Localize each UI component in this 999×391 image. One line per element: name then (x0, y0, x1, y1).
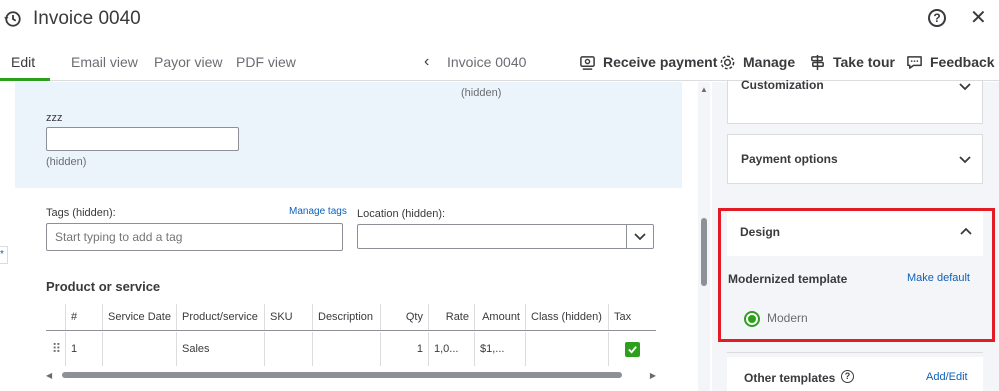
chevron-down-icon[interactable] (633, 229, 647, 243)
add-edit-link[interactable]: Add/Edit (926, 371, 968, 383)
checkmark-icon (628, 345, 637, 354)
receive-payment-label: Receive payment (603, 54, 718, 70)
payment-options-title: Payment options (741, 152, 838, 166)
col-drag (46, 304, 66, 330)
current-invoice-label: Invoice 0040 (447, 54, 527, 70)
feedback-button[interactable]: Feedback (906, 51, 995, 73)
table-horizontal-scrollbar[interactable]: ◀ ▶ (46, 371, 656, 380)
custom-field-label: zzz (46, 112, 63, 124)
col-description: Description (313, 304, 381, 330)
col-number: # (66, 304, 103, 330)
close-icon[interactable]: ✕ (970, 8, 987, 28)
take-tour-button[interactable]: Take tour (809, 51, 895, 73)
active-tab-indicator (0, 78, 50, 81)
view-navbar: Edit Email view Payor view PDF view ‹ In… (0, 43, 999, 81)
custom-field-input[interactable] (46, 127, 239, 151)
col-qty: Qty (381, 304, 429, 330)
manage-label: Manage (743, 54, 796, 70)
design-highlight-box (718, 208, 995, 342)
scroll-thumb[interactable] (62, 372, 622, 378)
col-class: Class (hidden) (526, 304, 609, 330)
scroll-up-icon[interactable]: ▲ (700, 85, 708, 94)
cell-qty[interactable]: 1 (381, 332, 429, 366)
side-panel-toggle-icon[interactable]: * (0, 246, 8, 264)
invoice-form: (hidden) zzz (hidden) Tags (hidden): Man… (15, 82, 682, 391)
col-rate: Rate (429, 304, 475, 330)
page-title: Invoice 0040 (33, 8, 141, 29)
scroll-left-icon[interactable]: ◀ (46, 371, 52, 380)
drag-handle-icon[interactable]: ⠿ (46, 332, 66, 366)
customization-title: Customization (741, 78, 824, 92)
history-icon[interactable] (4, 10, 22, 28)
receive-payment-button[interactable]: Receive payment (579, 51, 717, 73)
line-items-header: # Service Date Product/service SKU Descr… (46, 304, 656, 331)
chevron-down-icon[interactable] (958, 79, 972, 93)
tags-input[interactable] (46, 223, 343, 251)
tab-edit[interactable]: Edit (11, 54, 35, 70)
cell-amount[interactable]: $1,... (475, 332, 526, 366)
take-tour-label: Take tour (833, 54, 895, 70)
customization-sidebar: Customization Payment options Design Mod… (712, 78, 999, 391)
cell-rate[interactable]: 1,0... (429, 332, 475, 366)
col-sku: SKU (265, 304, 313, 330)
tax-checkbox[interactable] (625, 341, 640, 357)
location-select[interactable] (357, 224, 654, 249)
cell-tax[interactable] (609, 332, 656, 366)
cell-class[interactable] (526, 332, 609, 366)
help-icon[interactable]: ? (928, 9, 946, 27)
custom-field-hidden-note: (hidden) (46, 156, 87, 168)
cell-service-date[interactable] (103, 332, 177, 366)
chevron-down-icon[interactable] (958, 152, 972, 166)
table-row[interactable]: ⠿ 1 Sales 1 1,0... $1,... (46, 332, 656, 366)
receive-payment-icon (580, 55, 595, 70)
cell-product[interactable]: Sales (177, 332, 265, 366)
scroll-right-icon[interactable]: ▶ (650, 371, 656, 380)
tags-label: Tags (hidden): (46, 207, 116, 219)
select-divider (626, 225, 627, 248)
divider (727, 352, 983, 353)
tab-pdf-view[interactable]: PDF view (236, 54, 296, 70)
feedback-label: Feedback (930, 54, 995, 70)
info-icon[interactable]: ? (841, 370, 854, 383)
chat-icon (907, 55, 922, 69)
other-templates-label: Other templates (744, 371, 836, 385)
cell-number: 1 (66, 332, 103, 366)
tab-payor-view[interactable]: Payor view (154, 54, 222, 70)
cell-sku[interactable] (265, 332, 313, 366)
vertical-scroll-thumb[interactable] (701, 218, 707, 286)
cell-description[interactable] (313, 332, 381, 366)
previous-invoice-chevron-icon[interactable]: ‹ (424, 53, 429, 71)
col-product-service: Product/service (177, 304, 265, 330)
tab-email-view[interactable]: Email view (71, 54, 138, 70)
col-amount: Amount (475, 304, 526, 330)
col-service-date: Service Date (103, 304, 177, 330)
col-tax: Tax (614, 311, 632, 323)
payment-options-card[interactable]: Payment options (727, 134, 983, 184)
gear-icon (720, 55, 735, 69)
location-label: Location (hidden): (357, 208, 446, 220)
customization-card[interactable]: Customization (727, 78, 983, 124)
custom-fields-panel: (hidden) zzz (hidden) (15, 82, 682, 188)
signpost-icon (811, 54, 824, 70)
hidden-note: (hidden) (461, 87, 502, 99)
form-vertical-scrollbar[interactable]: ▲ (698, 82, 710, 391)
title-bar: Invoice 0040 ? ✕ (0, 0, 999, 38)
product-service-heading: Product or service (46, 279, 161, 294)
manage-button[interactable]: Manage (719, 51, 795, 73)
manage-tags-link[interactable]: Manage tags (289, 206, 347, 217)
